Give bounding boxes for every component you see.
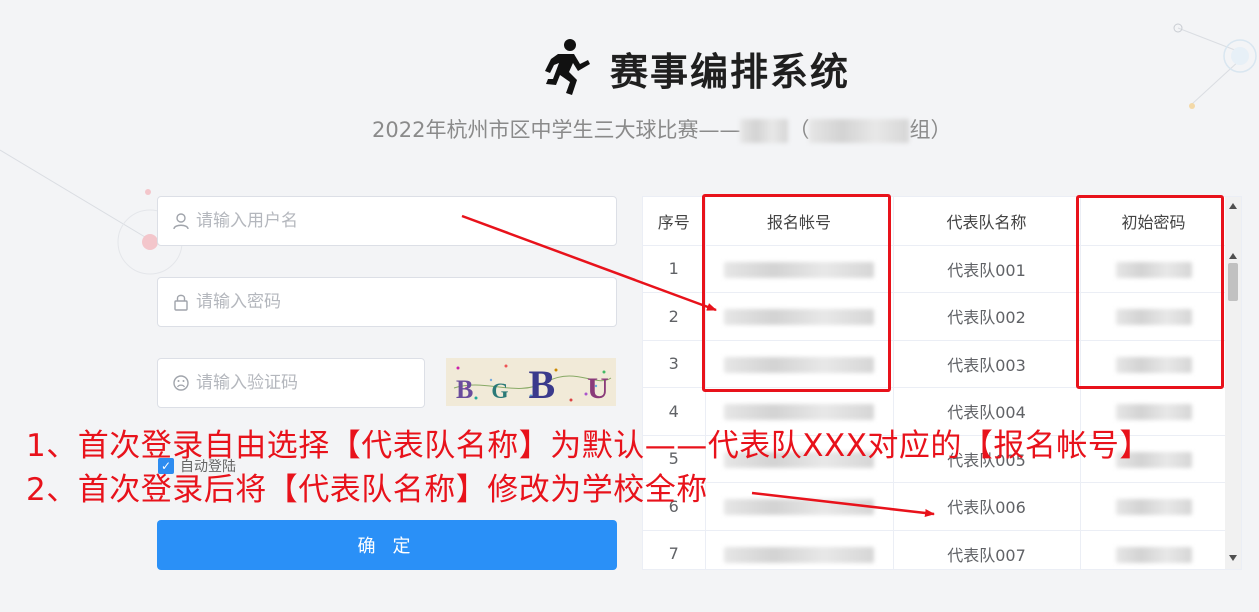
- subtitle-suffix: 组）: [909, 118, 952, 142]
- captcha-letter: B: [528, 362, 555, 406]
- annotation-line-2: 2、首次登录后将【代表队名称】修改为学校全称: [26, 472, 708, 508]
- row-index: 7: [643, 530, 706, 569]
- scroll-down-icon[interactable]: [1229, 555, 1237, 561]
- user-icon: [173, 213, 189, 230]
- subtitle-prefix: 2022年杭州市区中学生三大球比赛——: [372, 118, 741, 142]
- captcha-input[interactable]: [196, 373, 424, 393]
- row-index: 1: [643, 245, 706, 293]
- column-header-index: 序号: [643, 197, 706, 246]
- row-team-name: 代表队007: [893, 530, 1081, 569]
- password-input[interactable]: [196, 292, 616, 312]
- captcha-text: BGBU: [456, 362, 609, 406]
- redacted-text: [740, 119, 789, 143]
- runner-logo-icon: [545, 39, 590, 95]
- row-index: 3: [643, 340, 706, 388]
- table-row[interactable]: 6 代表队006: [643, 482, 1228, 531]
- scrollbar-thumb[interactable]: [1228, 263, 1238, 301]
- table-row[interactable]: 7 代表队007: [643, 530, 1228, 569]
- captcha-field[interactable]: [157, 358, 425, 408]
- scroll-up-icon[interactable]: [1229, 203, 1237, 209]
- username-input[interactable]: [196, 211, 616, 231]
- captcha-letter: B: [456, 375, 473, 404]
- confirm-button[interactable]: 确 定: [157, 520, 617, 570]
- highlight-account-column: [702, 194, 891, 392]
- scroll-up-icon[interactable]: [1229, 253, 1237, 259]
- username-field[interactable]: [157, 196, 617, 246]
- table-scrollbar[interactable]: [1225, 197, 1241, 569]
- captcha-letter: U: [587, 372, 609, 405]
- row-password-redacted: [1080, 482, 1228, 531]
- row-account-redacted: [705, 530, 894, 569]
- column-header-team-name: 代表队名称: [893, 197, 1081, 246]
- captcha-letter: G: [491, 378, 508, 403]
- redacted-text: [809, 119, 910, 143]
- lock-icon: [174, 294, 188, 311]
- annotation-line-1: 1、首次登录自由选择【代表队名称】为默认——代表队XXX对应的【报名帐号】: [26, 428, 1151, 464]
- captcha-image[interactable]: BGBU: [446, 358, 616, 406]
- header: 赛事编排系统: [540, 38, 850, 98]
- row-team-name: 代表队006: [893, 482, 1081, 531]
- captcha-face-icon: [173, 375, 189, 391]
- row-team-name: 代表队003: [893, 340, 1081, 388]
- highlight-password-column: [1076, 195, 1224, 389]
- row-team-name: 代表队002: [893, 292, 1081, 341]
- row-password-redacted: [1080, 530, 1228, 569]
- competition-subtitle: 2022年杭州市区中学生三大球比赛—— （ 组）: [372, 114, 951, 144]
- row-account-redacted: [705, 482, 894, 531]
- password-field[interactable]: [157, 277, 617, 327]
- row-team-name: 代表队001: [893, 245, 1081, 293]
- app-title: 赛事编排系统: [610, 49, 851, 94]
- subtitle-open: （: [788, 118, 810, 142]
- row-index: 2: [643, 292, 706, 341]
